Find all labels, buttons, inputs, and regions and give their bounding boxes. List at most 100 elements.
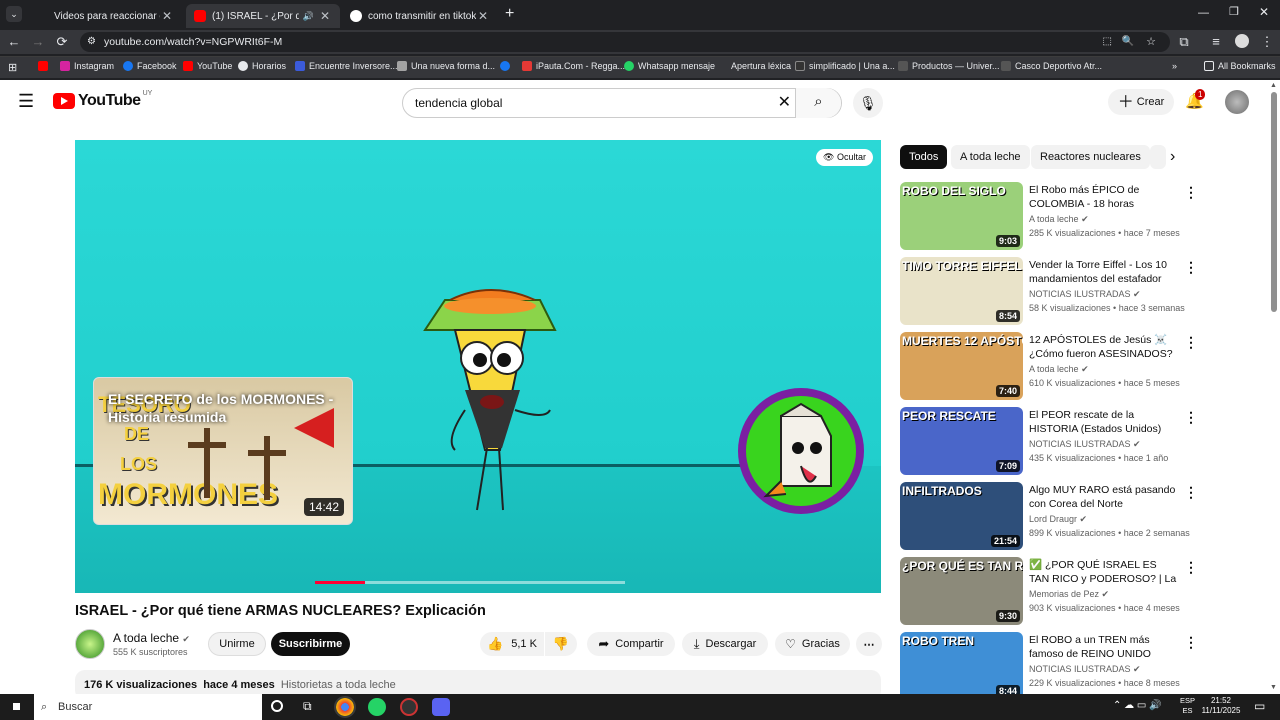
like-button[interactable]: 👍 5,1 K: [480, 632, 544, 656]
channel-avatar[interactable]: [75, 629, 105, 659]
site-info-icon[interactable]: ⚙: [87, 32, 96, 52]
download-button[interactable]: ⤓ Descargar: [682, 632, 768, 656]
bookmark-youtube-icon[interactable]: [38, 61, 52, 71]
recommendation-item[interactable]: INFILTRADOS 21:54 Algo MUY RARO está pas…: [900, 482, 1200, 550]
forward-icon[interactable]: →: [30, 34, 46, 50]
recommendation-channel[interactable]: Memorias de Pez ✔: [1029, 589, 1109, 600]
chip-reactores-nucleares[interactable]: Reactores nucleares: [1031, 145, 1150, 169]
share-button[interactable]: ➦ Compartir: [587, 632, 675, 656]
hamburger-menu-icon[interactable]: ☰: [18, 92, 34, 110]
task-view-icon[interactable]: ⧉: [303, 699, 312, 714]
tab-youtube-active[interactable]: (1) ISRAEL - ¿Por qué tiene 🔊 ✕: [186, 4, 340, 28]
recommendation-thumbnail[interactable]: TIMO TORRE EIFFEL 8:54: [900, 257, 1023, 325]
chip-todos[interactable]: Todos: [900, 145, 948, 169]
recommendation-thumbnail[interactable]: MUERTES 12 APÓSTOL 7:40: [900, 332, 1023, 400]
profile-avatar[interactable]: [1235, 34, 1249, 48]
bookmark-simplificado[interactable]: simplificado | Una a...: [795, 61, 895, 71]
system-tray-icons[interactable]: ⌃ ☁ ▭ 🔊: [1113, 700, 1162, 711]
tab-google[interactable]: como transmitir en tiktok capi ✕: [342, 4, 498, 28]
kebab-menu-icon[interactable]: ⋮: [1259, 34, 1275, 50]
recommendation-thumbnail[interactable]: ROBO TREN 8:44: [900, 632, 1023, 700]
search-button[interactable]: ⌕: [795, 88, 841, 118]
scroll-down-icon[interactable]: ▼: [1270, 684, 1277, 691]
bookmark-facebook[interactable]: Facebook: [123, 61, 177, 71]
clock[interactable]: 21:52 11/11/2025: [1200, 696, 1242, 716]
voice-search-button[interactable]: 🎙: [853, 88, 883, 118]
all-bookmarks[interactable]: All Bookmarks: [1204, 61, 1276, 71]
recommendation-thumbnail[interactable]: ROBO DEL SIGLO 9:03: [900, 182, 1023, 250]
app-taskbar-icon[interactable]: [432, 698, 450, 716]
recommendation-channel[interactable]: A toda leche ✔: [1029, 364, 1089, 375]
recommendation-channel[interactable]: NOTICIAS ILUSTRADAS ✔: [1029, 439, 1141, 450]
bookmark-star-icon[interactable]: ☆: [1146, 32, 1156, 52]
windows-start-icon[interactable]: [10, 700, 23, 713]
bookmark-ipauta[interactable]: iPauta.Com - Regga...: [522, 61, 625, 71]
more-vert-icon[interactable]: ⋮: [1184, 334, 1198, 351]
subscribe-button[interactable]: Suscribirme: [271, 632, 350, 656]
create-button[interactable]: ＋ Crear: [1108, 89, 1174, 115]
recommendation-item[interactable]: ¿POR QUÉ ES TAN RICO Y PODEROSO? 9:30 ✅ …: [900, 557, 1200, 625]
recorder-taskbar-icon[interactable]: [400, 698, 418, 716]
endscreen-video-card[interactable]: TESORO DE LOS MORMONES El SECRETO de los…: [93, 377, 353, 525]
language-indicator[interactable]: ESP ES: [1180, 696, 1195, 716]
notification-center-icon[interactable]: ▭: [1254, 699, 1265, 713]
more-vert-icon[interactable]: ⋮: [1184, 184, 1198, 201]
more-vert-icon[interactable]: ⋮: [1184, 484, 1198, 501]
bookmark-nueva-forma[interactable]: Una nueva forma d...: [397, 61, 495, 71]
bookmark-facebook-2-icon[interactable]: [500, 61, 514, 71]
recommendation-item[interactable]: TIMO TORRE EIFFEL 8:54 Vender la Torre E…: [900, 257, 1200, 325]
bookmark-instagram[interactable]: Instagram: [60, 61, 114, 71]
recommendation-channel[interactable]: NOTICIAS ILUSTRADAS ✔: [1029, 664, 1141, 675]
chip-a-toda-leche[interactable]: A toda leche: [951, 145, 1030, 169]
bookmark-whatsapp[interactable]: Whatsapp mensaje: [624, 61, 715, 71]
close-tab-icon[interactable]: ✕: [476, 9, 490, 23]
recommendation-channel[interactable]: NOTICIAS ILUSTRADAS ✔: [1029, 289, 1141, 300]
url-field[interactable]: ⚙ youtube.com/watch?v=NGPWRIt6F-M ⬚ 🔍 ☆: [80, 32, 1170, 52]
dislike-button[interactable]: 👎: [545, 632, 577, 656]
new-tab-button[interactable]: +: [505, 5, 514, 23]
chip-partial[interactable]: [1150, 145, 1166, 169]
scroll-up-icon[interactable]: ▲: [1270, 82, 1277, 89]
chips-next-icon[interactable]: ›: [1170, 148, 1175, 166]
more-vert-icon[interactable]: ⋮: [1184, 259, 1198, 276]
recommendation-item[interactable]: ROBO TREN 8:44 El ROBO a un TREN más fam…: [900, 632, 1200, 700]
bookmark-youtube[interactable]: YouTube: [183, 61, 232, 71]
back-icon[interactable]: ←: [6, 34, 22, 50]
more-vert-icon[interactable]: ⋮: [1184, 559, 1198, 576]
restore-icon[interactable]: ❐: [1229, 5, 1239, 18]
recommendation-item[interactable]: ROBO DEL SIGLO 9:03 El Robo más ÉPICO de…: [900, 182, 1200, 250]
taskbar-search[interactable]: ⌕ Buscar: [34, 694, 262, 720]
hide-cards-button[interactable]: 👁 Ocultar: [816, 149, 873, 166]
close-tab-icon[interactable]: ✕: [160, 9, 174, 23]
apps-icon[interactable]: ⊞: [8, 61, 17, 74]
join-button[interactable]: Unirme: [208, 632, 266, 656]
search-input[interactable]: tendencia global ✕ ⌕: [402, 88, 842, 118]
user-avatar[interactable]: [1225, 90, 1249, 114]
close-tab-icon[interactable]: ✕: [318, 9, 332, 23]
recommendation-thumbnail[interactable]: ¿POR QUÉ ES TAN RICO Y PODEROSO? 9:30: [900, 557, 1023, 625]
minimize-icon[interactable]: —: [1198, 7, 1209, 19]
progress-bar[interactable]: [315, 581, 625, 584]
bookmark-inversores[interactable]: Encuentre Inversore...: [295, 61, 398, 71]
video-player[interactable]: 👁 Ocultar TESORO DE LOS MORMONES El SECR…: [75, 140, 881, 593]
media-icon[interactable]: ≡: [1208, 34, 1224, 50]
recommendation-item[interactable]: PEOR RESCATE 7:09 El PEOR rescate de la …: [900, 407, 1200, 475]
zoom-icon[interactable]: 🔍: [1122, 32, 1134, 52]
page-scrollbar[interactable]: [1271, 92, 1277, 312]
endscreen-channel-avatar[interactable]: [738, 388, 864, 514]
channel-name[interactable]: A toda leche ✔: [113, 631, 190, 645]
recommendation-thumbnail[interactable]: PEOR RESCATE 7:09: [900, 407, 1023, 475]
thanks-button[interactable]: ♡ Gracias: [775, 632, 850, 656]
tab-search-icon[interactable]: ⌄: [6, 6, 22, 22]
bookmark-apertura[interactable]: Apertura léxica: [731, 61, 791, 71]
tab-kick[interactable]: Videos para reaccionar en Kick ✕: [30, 4, 182, 28]
recommendation-channel[interactable]: Lord Draugr ✔: [1029, 514, 1087, 525]
recommendation-channel[interactable]: A toda leche ✔: [1029, 214, 1089, 225]
more-actions-button[interactable]: ⋯: [856, 632, 882, 656]
recommendation-thumbnail[interactable]: INFILTRADOS 21:54: [900, 482, 1023, 550]
close-window-icon[interactable]: ✕: [1259, 5, 1269, 19]
more-vert-icon[interactable]: ⋮: [1184, 634, 1198, 651]
more-bookmarks-icon[interactable]: »: [1172, 61, 1177, 71]
chrome-taskbar-icon[interactable]: [334, 696, 356, 718]
bookmark-horarios[interactable]: Horarios: [238, 61, 286, 71]
